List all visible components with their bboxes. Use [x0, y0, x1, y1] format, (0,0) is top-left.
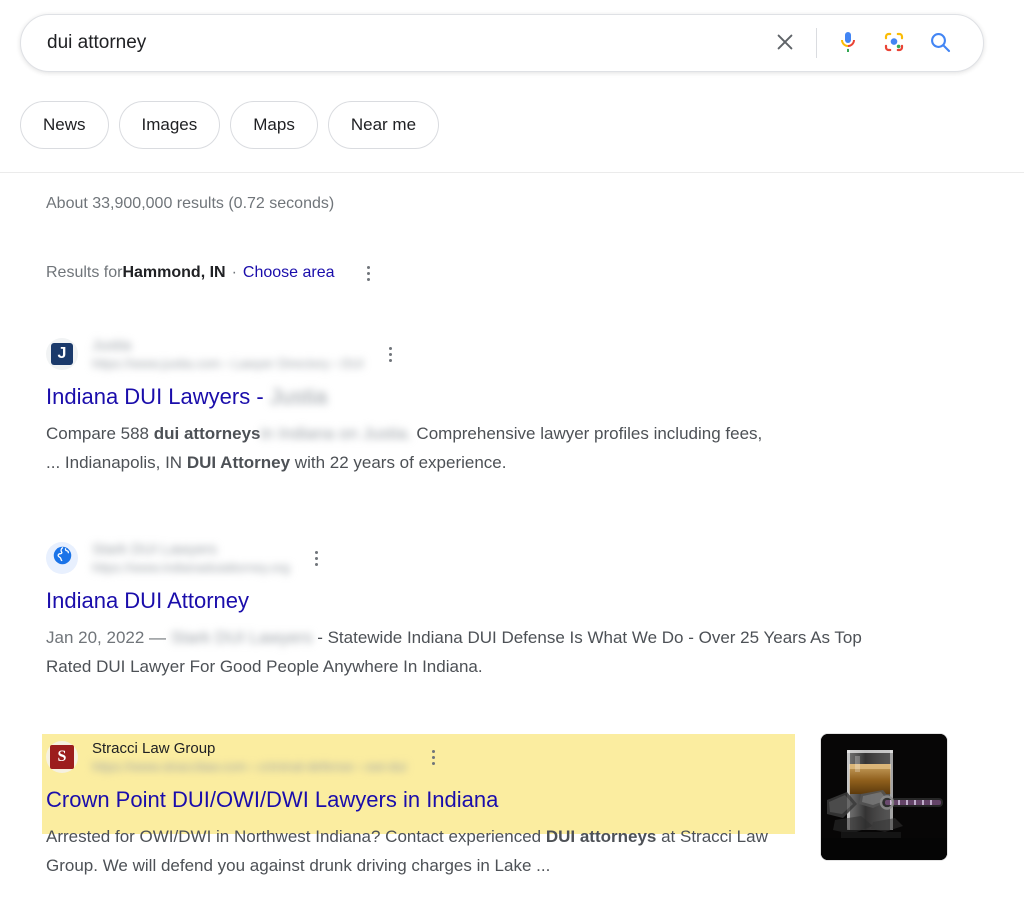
- result-1-snippet-part3: with 22 years of experience.: [290, 453, 507, 472]
- clear-search-button[interactable]: [762, 20, 808, 66]
- location-options-kebab-icon[interactable]: [357, 261, 381, 285]
- result-1-snippet-part1: Compare 588: [46, 424, 154, 443]
- result-2-url: https://www.indianaduiattorney.org: [92, 559, 290, 575]
- result-3-snippet-part1: Arrested for OWI/DWI in Northwest Indian…: [46, 827, 546, 846]
- filter-pill-near-me[interactable]: Near me: [327, 101, 440, 149]
- google-lens-button[interactable]: [871, 20, 917, 66]
- result-1-title-text: Indiana DUI Lawyers -: [46, 384, 270, 409]
- search-input[interactable]: [47, 30, 762, 56]
- submit-search-button[interactable]: [917, 20, 963, 66]
- search-icon: [928, 30, 952, 57]
- globe-favicon: [46, 542, 78, 574]
- result-3-site-info: Stracci Law Group https://www.straccilaw…: [92, 739, 406, 776]
- voice-search-button[interactable]: [825, 20, 871, 66]
- result-3-site-name: Stracci Law Group: [92, 739, 216, 757]
- google-lens-icon: [882, 30, 906, 57]
- result-1-snippet-bold1: dui attorneys: [153, 424, 261, 443]
- favicon-letter: J: [51, 343, 73, 365]
- close-icon: [774, 31, 796, 56]
- result-2-snippet-blurred: Stark DUI Lawyers: [170, 628, 313, 647]
- location-separator: ·: [231, 264, 237, 281]
- result-1-header: J Justia https://www.justia.com › Lawyer…: [46, 333, 946, 375]
- result-3-options-kebab-icon[interactable]: [422, 744, 444, 770]
- result-3-snippet: Arrested for OWI/DWI in Northwest Indian…: [46, 822, 786, 880]
- results-for-location: Results for Hammond, IN · Choose area: [46, 261, 381, 285]
- result-2-site-name: Stark DUI Lawyers: [92, 540, 218, 558]
- result-1-url: https://www.justia.com › Lawyer Director…: [92, 355, 364, 371]
- search-result-3: S Stracci Law Group https://www.straccil…: [46, 736, 946, 880]
- result-1-snippet-bold2: DUI Attorney: [186, 453, 291, 472]
- filter-pills: News Images Maps Near me: [20, 101, 440, 149]
- google-search-results-page: News Images Maps Near me About 33,900,00…: [0, 0, 1024, 913]
- filter-pill-news[interactable]: News: [20, 101, 109, 149]
- filter-pill-images[interactable]: Images: [118, 101, 221, 149]
- result-2-options-kebab-icon[interactable]: [306, 545, 328, 571]
- justia-favicon: J: [46, 338, 78, 370]
- result-stats: About 33,900,000 results (0.72 seconds): [46, 195, 335, 212]
- result-3-header: S Stracci Law Group https://www.straccil…: [46, 736, 946, 778]
- search-bar-divider: [816, 28, 817, 58]
- result-1-snippet-blurred: in Indiana on Justia.: [260, 424, 412, 443]
- choose-area-link[interactable]: Choose area: [243, 262, 335, 284]
- result-1-title-link[interactable]: Indiana DUI Lawyers - Justia: [46, 383, 946, 411]
- location-name: Hammond, IN: [122, 264, 226, 281]
- result-2-header: Stark DUI Lawyers https://www.indianadui…: [46, 537, 946, 579]
- result-1-options-kebab-icon[interactable]: [380, 341, 402, 367]
- filter-pill-maps[interactable]: Maps: [230, 101, 318, 149]
- search-bar-actions: [762, 20, 963, 66]
- result-3-title-link[interactable]: Crown Point DUI/OWI/DWI Lawyers in India…: [46, 786, 946, 814]
- result-2-site-info: Stark DUI Lawyers https://www.indianadui…: [92, 540, 290, 577]
- results-for-label: Results for: [46, 264, 123, 281]
- stracci-favicon: S: [46, 741, 78, 773]
- result-3-url: https://www.straccilaw.com › criminal-de…: [92, 758, 407, 774]
- result-2-snippet-date: Jan 20, 2022 —: [46, 628, 171, 647]
- microphone-icon: [836, 30, 860, 57]
- result-3-snippet-bold1: DUI attorneys: [545, 827, 657, 846]
- header-divider: [0, 172, 1024, 173]
- search-bar[interactable]: [20, 14, 984, 72]
- result-1-site-info: Justia https://www.justia.com › Lawyer D…: [92, 336, 364, 373]
- result-1-site-name: Justia: [92, 336, 132, 354]
- result-2-title-link[interactable]: Indiana DUI Attorney: [46, 587, 946, 615]
- search-result-1: J Justia https://www.justia.com › Lawyer…: [46, 333, 946, 477]
- globe-icon: [52, 545, 73, 571]
- result-1-snippet: Compare 588 dui attorneysin Indiana on J…: [46, 419, 766, 477]
- search-result-2: Stark DUI Lawyers https://www.indianadui…: [46, 537, 946, 681]
- favicon-letter: S: [50, 745, 74, 769]
- result-1-title-blurred: Justia: [269, 384, 328, 409]
- result-2-snippet: Jan 20, 2022 — Stark DUI Lawyers - State…: [46, 623, 886, 681]
- search-bar-container: [20, 14, 984, 72]
